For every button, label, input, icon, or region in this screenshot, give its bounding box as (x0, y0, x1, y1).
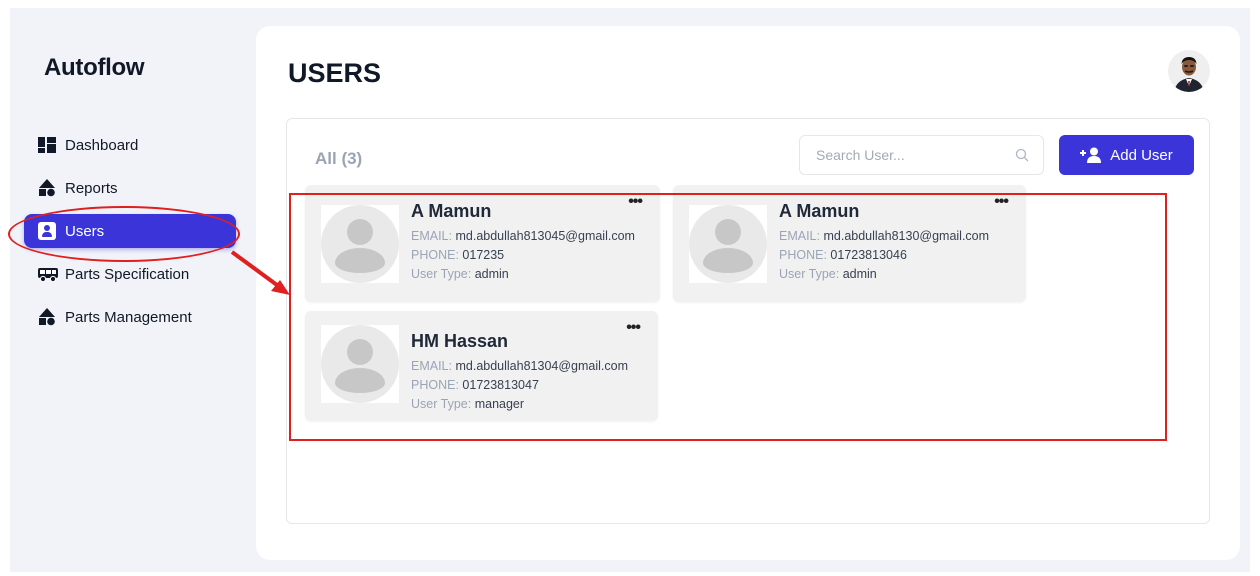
annotation-highlight-box (289, 193, 1167, 441)
search-box (799, 135, 1044, 175)
page-title: USERS (288, 58, 382, 88)
add-user-button[interactable]: Add User (1059, 135, 1194, 175)
add-user-label: Add User (1110, 146, 1173, 164)
shapes-icon (38, 308, 56, 326)
search-input[interactable] (800, 136, 1000, 174)
annotation-arrow-icon (230, 250, 290, 295)
profile-avatar[interactable] (1168, 50, 1210, 92)
add-user-icon (1080, 147, 1102, 163)
user-count-label: All (3) (315, 149, 363, 168)
sidebar-item-label: Parts Management (65, 308, 192, 326)
search-icon[interactable] (1015, 148, 1029, 162)
